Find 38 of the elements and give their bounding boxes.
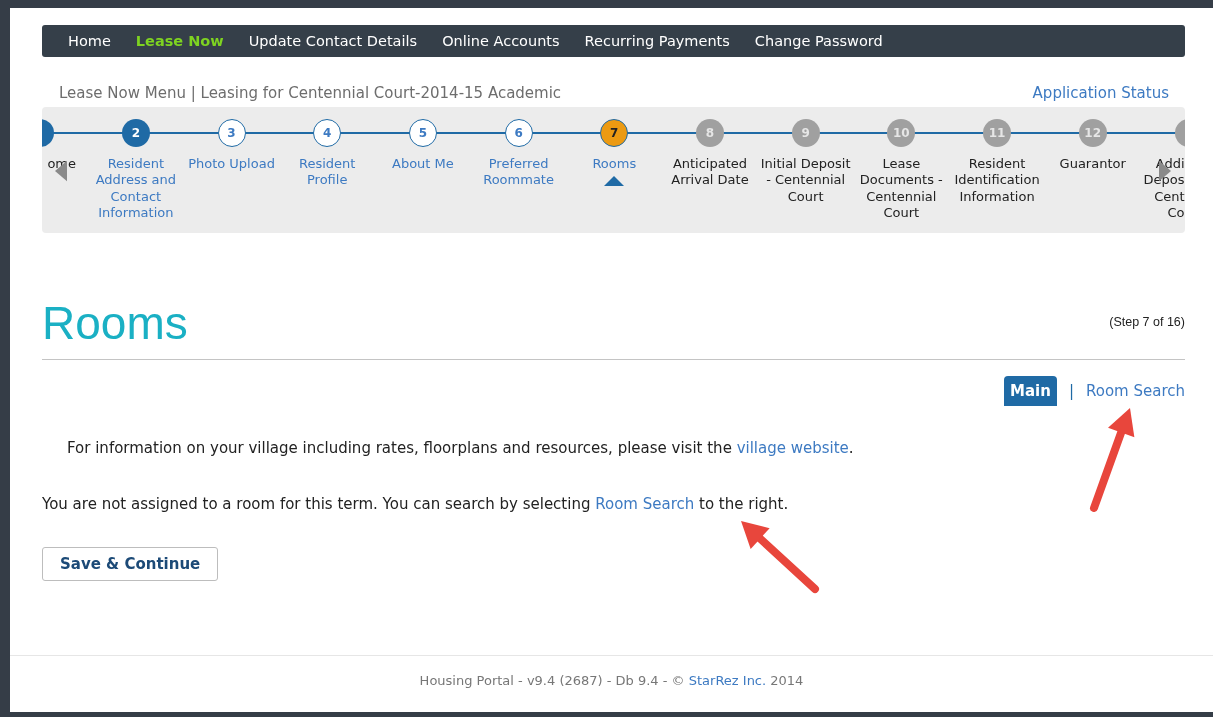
company-link[interactable]: StarRez Inc. [688,673,767,688]
step-label[interactable]: About Me [390,156,456,173]
step-indicator: (Step 7 of 16) [1109,315,1185,331]
nav-link[interactable]: Recurring Payments [584,33,730,49]
nav-link[interactable]: Update Contact Details [248,33,418,49]
step-label[interactable]: Resident Profile [279,156,376,189]
footer-text: Housing Portal - v9.4 (2687) - Db 9.4 - © StarRez Inc. 2014 [419,673,804,690]
tab-separator: | [1068,382,1074,400]
nav-link[interactable]: Lease Now [135,33,224,49]
tab[interactable]: Main [1004,376,1057,406]
step-label[interactable]: Rooms [590,156,639,173]
step-circle[interactable]: 4 [313,119,342,147]
step-label[interactable]: Initial Deposit - Centennial Court [757,156,854,205]
application-status-link[interactable]: Application Status [1032,84,1169,102]
step-label[interactable]: Lease Documents - Centennial Court [853,156,950,222]
step-circle[interactable]: 7 [600,119,629,147]
paragraph: You are not assigned to a room for this term. You can search by selecting Room Search to the right. [42,495,790,513]
step-circle[interactable]: 3 [217,119,246,147]
step-circle[interactable]: 2 [121,119,150,147]
paragraph: For information on your village including rates, floorplans and resources, please visit the village website. [67,439,855,457]
step-circle[interactable]: 6 [504,119,533,147]
step-circle[interactable]: 5 [408,119,437,147]
breadcrumb: Lease Now Menu | Leasing for Centennial Court-2014-15 Academic [59,84,562,102]
text-link[interactable]: village website [736,439,849,457]
step-label[interactable]: Guarantor [1057,156,1128,173]
step-label[interactable]: Anticipated Arrival Date [662,156,758,189]
nav-link[interactable]: Home [68,33,111,49]
tab[interactable]: Room Search [1085,382,1185,400]
save-continue-button[interactable]: Save & Continue [42,547,219,581]
text-link[interactable]: Room Search [595,495,695,513]
step-label[interactable]: Resident Address and Contact Information [88,156,184,222]
step-label[interactable]: Resident Identification Information [949,156,1045,205]
step-label[interactable]: Preferred Roommate [470,156,567,189]
page-title: Rooms [42,297,188,349]
step-label[interactable]: Photo Upload [186,156,277,173]
nav-link[interactable]: Online Accounts [442,33,560,49]
caret-icon [604,176,625,187]
nav-link[interactable]: Change Password [754,33,883,49]
